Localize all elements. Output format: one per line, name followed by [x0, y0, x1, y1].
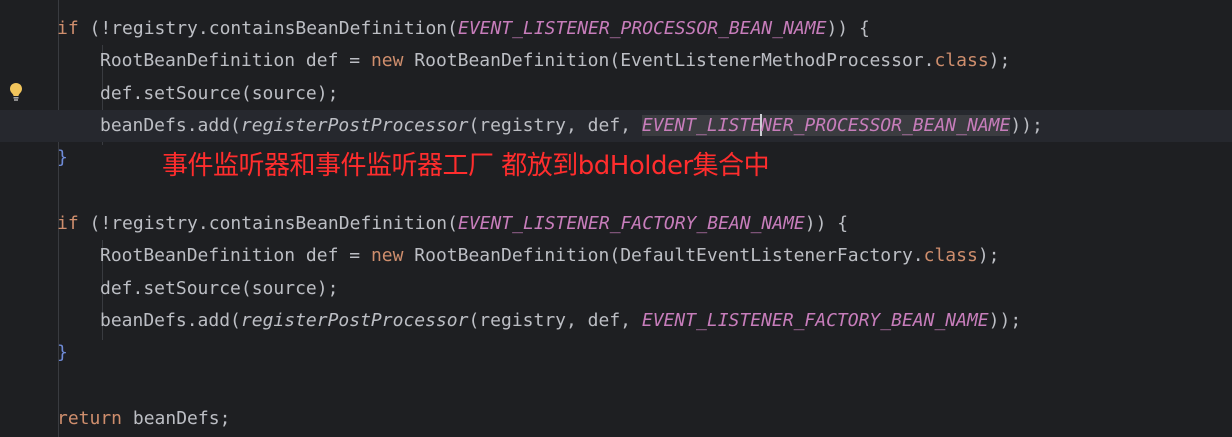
constant-name: EVENT_LISTENER_FACTORY_BEAN_NAME	[641, 310, 989, 331]
code-line[interactable]: def.setSource(source);	[100, 78, 338, 110]
keyword-if: if	[57, 18, 79, 39]
code-line[interactable]: if (!registry.containsBeanDefinition(EVE…	[57, 208, 848, 240]
code-line[interactable]: }	[57, 142, 68, 174]
code-text: (registry, def,	[468, 115, 642, 136]
code-text: );	[977, 245, 1000, 266]
code-line[interactable]: return beanDefs;	[57, 403, 230, 435]
code-editor[interactable]: if (!registry.containsBeanDefinition(EVE…	[0, 0, 1232, 437]
code-text: );	[988, 50, 1011, 71]
code-text: ));	[988, 310, 1022, 331]
code-text: RootBeanDefinition(EventListenerMethodPr…	[403, 50, 935, 71]
code-text: RootBeanDefinition def =	[100, 245, 371, 266]
code-text: RootBeanDefinition(DefaultEventListenerF…	[403, 245, 924, 266]
constant-name: EVENT_LISTE	[641, 115, 762, 136]
method-name: registerPostProcessor	[240, 310, 469, 331]
code-text: RootBeanDefinition def =	[100, 50, 371, 71]
code-text: )) {	[804, 213, 849, 234]
keyword-class: class	[923, 245, 978, 266]
code-line[interactable]: beanDefs.add(registerPostProcessor(regis…	[100, 110, 1043, 142]
keyword-class: class	[934, 50, 989, 71]
code-text: (!registry.containsBeanDefinition(	[78, 18, 458, 39]
code-line[interactable]: if (!registry.containsBeanDefinition(EVE…	[57, 13, 870, 45]
code-text: )) {	[826, 18, 870, 39]
constant-name: EVENT_LISTENER_FACTORY_BEAN_NAME	[457, 213, 805, 234]
code-text: (registry, def,	[468, 310, 642, 331]
keyword-return: return	[57, 408, 123, 429]
closing-brace: }	[57, 147, 68, 168]
code-line[interactable]: RootBeanDefinition def = new RootBeanDef…	[100, 45, 1010, 77]
code-text: def.setSource(source);	[100, 83, 339, 104]
code-text: def.setSource(source);	[100, 278, 339, 299]
code-text: ));	[1010, 115, 1043, 136]
lightbulb-icon[interactable]	[9, 82, 23, 102]
annotation-text: 事件监听器和事件监听器工厂 都放到bdHolder集合中	[162, 151, 770, 181]
code-line[interactable]: RootBeanDefinition def = new RootBeanDef…	[100, 240, 1000, 272]
code-line[interactable]: }	[57, 337, 68, 369]
keyword-if: if	[57, 213, 79, 234]
code-text: beanDefs;	[122, 408, 231, 429]
constant-name: NER_PROCESSOR_BEAN_NAME	[761, 115, 1011, 136]
keyword-new: new	[370, 245, 404, 266]
constant-name: EVENT_LISTENER_PROCESSOR_BEAN_NAME	[457, 18, 827, 39]
code-text: (!registry.containsBeanDefinition(	[78, 213, 458, 234]
code-line[interactable]: def.setSource(source);	[100, 273, 338, 305]
method-name: registerPostProcessor	[240, 115, 469, 136]
closing-brace: }	[57, 342, 68, 363]
code-line[interactable]: beanDefs.add(registerPostProcessor(regis…	[100, 305, 1021, 337]
code-text: beanDefs.add(	[100, 115, 241, 136]
code-text: beanDefs.add(	[100, 310, 241, 331]
keyword-new: new	[370, 50, 404, 71]
